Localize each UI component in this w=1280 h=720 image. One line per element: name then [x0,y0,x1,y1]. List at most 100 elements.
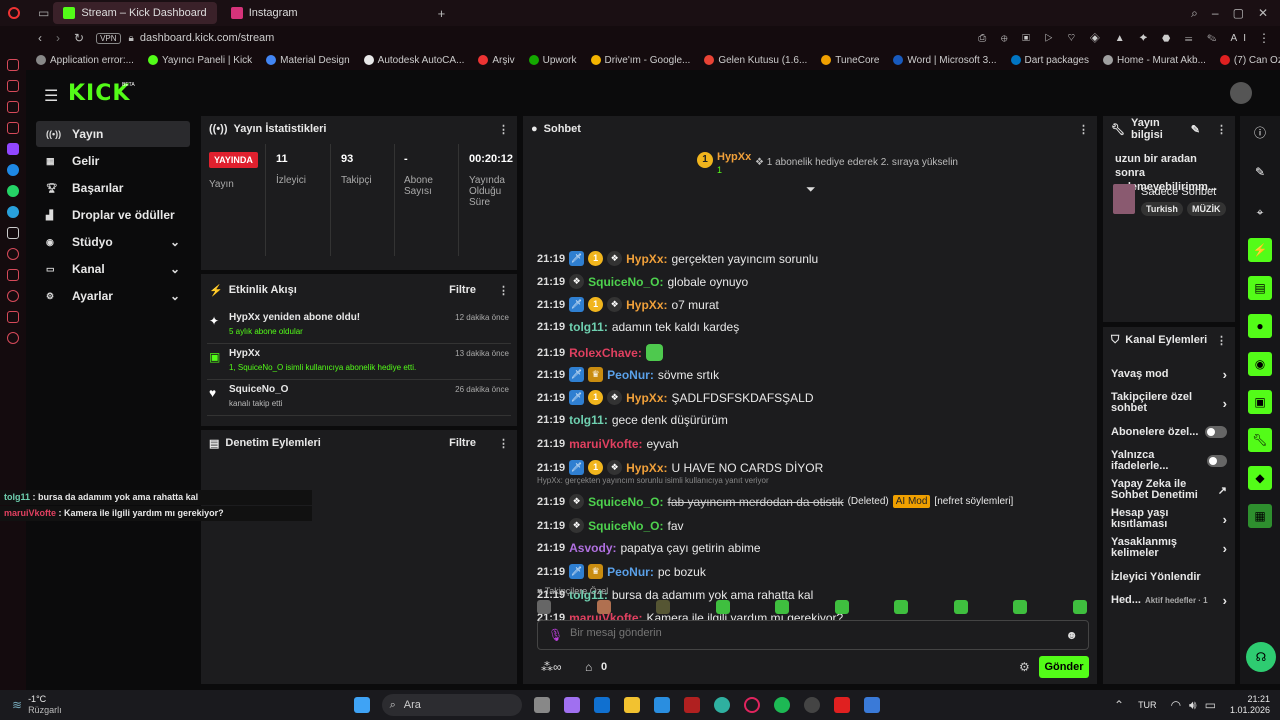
channel-action-item[interactable]: Takipçilere özel sohbet › [1111,390,1227,416]
volume-icon[interactable]: 🔊︎ [1189,698,1197,713]
channel-action-item[interactable]: Hed... Aktif hedefler · 1 › [1111,587,1227,613]
app-icon[interactable] [863,697,880,713]
channel-action-item[interactable]: Yasaklanmış kelimeler › [1111,535,1227,561]
bookmark-item[interactable]: Autodesk AutoCA... [363,55,464,66]
bookmark-item[interactable]: Home - Murat Akb... [1103,55,1206,66]
tag-pill[interactable]: Turkish [1141,202,1183,216]
message-username[interactable]: HypXx: [626,461,667,475]
message-username[interactable]: SquiceNo_O: [588,275,663,289]
chat-icon[interactable]: ● [1248,314,1272,338]
chat-message[interactable]: 21:19 ❖ SquiceNo_O: fab yayıncım merdodan … [537,494,1013,509]
message-username[interactable]: PeoNur: [607,565,654,579]
message-username[interactable]: HypXx: [626,298,667,312]
weather-icon[interactable]: ≋ [12,698,22,712]
tab-instagram[interactable]: Instagram [221,2,308,24]
nav-item-broadcast[interactable]: ((•)) Yayın [36,121,190,147]
lightning-icon[interactable]: ⚡ [1248,238,1272,262]
wrench-icon[interactable]: 🔧︎ [1248,428,1272,452]
channel-action-item[interactable]: Hesap yaşı kısıtlaması › [1111,506,1227,532]
chat-message[interactable]: 21:19 Asvody: papatya çayı getirin abime [537,541,761,555]
task-view-icon[interactable] [533,697,550,713]
nav-item-channel[interactable]: ▭ Kanal ⌄ [36,256,190,282]
chat-message[interactable]: 21:19 🗡︎ 1 ❖ HypXx: o7 murat [537,297,719,312]
toggle-switch[interactable] [1206,455,1227,467]
activity-item[interactable]: ▣ HypXx 1, SquiceNo_O isimli kullanıcıya a… [207,344,511,380]
vpn-badge[interactable]: VPN [96,32,121,44]
channel-action-item[interactable]: Abonelere özel... [1111,419,1227,445]
more-icon[interactable]: ⋮ [1258,31,1270,45]
document-icon[interactable]: ▤ [1248,276,1272,300]
tab-menu-icon[interactable]: ▭ [38,6,49,20]
battery-icon[interactable]: ▭ [1205,698,1216,712]
toggle-switch[interactable] [1205,426,1227,438]
weather-widget[interactable]: -1°C Rüzgarlı [28,694,62,716]
opera-logo-icon[interactable] [8,7,20,19]
extensions-icon[interactable]: ⎙ ⊕ ▣ ▷ ♡ ◈ ▲ ✦ ⬣ ☰ ✎ AI [978,33,1252,44]
sidebar-app-icon[interactable] [7,122,19,134]
nav-item-revenue[interactable]: ▦ Gelir [36,148,190,174]
bookmark-item[interactable]: TuneCore [821,55,879,66]
more-icon[interactable]: ⋮ [498,123,509,136]
search-tabs-icon[interactable]: ⌕ [1191,6,1198,21]
kicks-icon[interactable]: ⁂∞ [541,660,562,674]
more-icon[interactable]: ⋮ [498,437,509,450]
sidebar-app-icon[interactable] [7,101,19,113]
chat-input[interactable] [570,627,1050,639]
chat-input-box[interactable]: 🎙︎ ☻ [537,620,1089,650]
forward-icon[interactable]: › [56,31,60,45]
support-icon[interactable]: ☊ [1246,642,1276,672]
telegram-icon[interactable] [7,206,19,218]
hamburger-menu-icon[interactable]: ☰ [44,86,58,106]
message-username[interactable]: Asvody: [569,541,616,555]
taskbar-search[interactable]: ⌕ Ara [381,694,522,716]
bookmark-item[interactable]: (7) Can Ozan - To... [1219,55,1280,66]
message-username[interactable]: SquiceNo_O: [588,495,663,509]
emote-icon[interactable] [1013,600,1028,614]
message-username[interactable]: PeoNur: [607,368,654,382]
sidebar-app-icon[interactable] [7,59,19,71]
chat-message[interactable]: 21:19 🗡︎ ♛ PeoNur: sövme srtık [537,367,719,382]
emote-icon[interactable] [834,600,849,614]
maximize-icon[interactable]: ▢ [1233,6,1244,20]
language-indicator[interactable]: TUR [1138,700,1157,710]
target-icon[interactable]: ⌖ [1248,200,1272,224]
messenger-icon[interactable] [7,164,19,176]
reload-icon[interactable]: ↻ [74,31,84,45]
more-icon[interactable]: ⋮ [498,284,509,297]
more-icon[interactable]: ⋮ [1216,334,1227,347]
emote-icon[interactable] [656,600,671,614]
vscode-icon[interactable] [653,697,670,713]
store-icon[interactable]: ⌂ [585,660,592,674]
bookmark-item[interactable]: Material Design [266,55,350,66]
url-field[interactable]: dashboard.kick.com/stream [140,32,275,44]
bookmark-item[interactable]: Arşiv [478,55,515,66]
back-icon[interactable]: ‹ [38,31,42,45]
tray-chevron-icon[interactable]: ⌃ [1114,698,1124,712]
emote-icon[interactable] [775,600,790,614]
spotify-icon[interactable] [773,697,790,713]
broadcast-icon[interactable]: ◉ [1248,352,1272,376]
settings-icon[interactable] [7,332,19,344]
send-button[interactable]: Gönder [1039,656,1089,678]
message-username[interactable]: HypXx: [626,252,667,266]
emote-icon[interactable] [1072,600,1087,614]
layout-icon[interactable]: ▣ [1248,390,1272,414]
history-icon[interactable] [7,290,19,302]
sidebar-app-icon[interactable] [7,80,19,92]
moderation-filter-button[interactable]: Filtre [449,437,476,449]
chat-message[interactable]: 21:19 🗡︎ 1 ❖ HypXx: gerçekten yayıncım sorun… [537,251,818,266]
info-icon[interactable]: ⓘ [1248,120,1272,144]
edge-icon[interactable] [713,697,730,713]
chat-message[interactable]: 21:19 🗡︎ 1 ❖ HypXx: U HAVE NO CARDS DİYOR [537,460,823,475]
message-username[interactable]: HypXx: [626,391,667,405]
wallet-icon[interactable] [7,269,19,281]
more-icon[interactable]: ⋮ [1216,123,1227,136]
chat-message[interactable]: 21:19 🗡︎ ♛ PeoNur: pc bozuk [537,564,706,579]
nav-item-trophy[interactable]: 🏆︎ Başarılar [36,175,190,201]
chat-settings-icon[interactable]: ⚙ [1019,660,1030,674]
chat-message[interactable]: 21:19 tolg11: adamın tek kaldı kardeş [537,320,739,334]
file-explorer-icon[interactable] [623,697,640,713]
channel-action-item[interactable]: Yalnızca ifadelerle... [1111,448,1227,474]
minimize-icon[interactable]: – [1212,6,1219,20]
chat-message[interactable]: 21:19 🗡︎ 1 ❖ HypXx: ŞADLFDSFSKDAFSŞALD [537,390,814,405]
